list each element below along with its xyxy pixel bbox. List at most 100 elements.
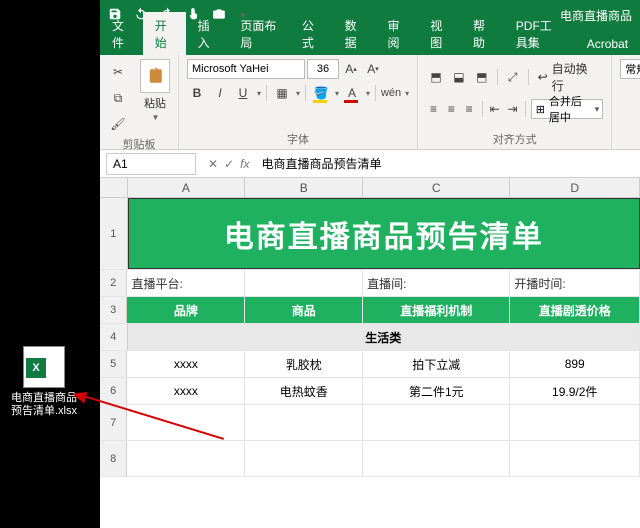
- align-left-icon[interactable]: ≡: [426, 99, 441, 119]
- cell[interactable]: 电热蚊香: [245, 378, 363, 404]
- cell[interactable]: 19.9/2件: [510, 378, 640, 404]
- table-row: 4 生活类: [100, 324, 640, 351]
- desktop-file-icon[interactable]: X 电商直播商品预告清单.xlsx: [10, 346, 78, 418]
- cell[interactable]: 拍下立减: [363, 351, 510, 377]
- tab-acrobat[interactable]: Acrobat: [575, 32, 640, 55]
- border-button[interactable]: ▦: [272, 83, 292, 103]
- cell[interactable]: 开播时间:: [510, 270, 640, 296]
- alignment-group-label: 对齐方式: [426, 131, 603, 147]
- tab-help[interactable]: 帮助: [461, 12, 504, 55]
- chevron-down-icon[interactable]: ▾: [335, 89, 339, 98]
- merge-cells-dropdown[interactable]: ⊞ 合并后居中: [531, 99, 604, 119]
- row-header[interactable]: 3: [100, 297, 127, 323]
- tab-data[interactable]: 数据: [333, 12, 376, 55]
- column-header-D[interactable]: D: [510, 178, 640, 197]
- decrease-indent-icon[interactable]: ⇤: [487, 99, 502, 119]
- spreadsheet-grid: A B C D 1 电商直播商品预告清单 2 直播平台: 直播间: 开播时间: …: [100, 178, 640, 528]
- cell[interactable]: [510, 441, 640, 476]
- tab-layout[interactable]: 页面布局: [228, 12, 290, 55]
- row-header[interactable]: 6: [100, 378, 127, 404]
- format-painter-icon[interactable]: 🖌: [108, 114, 128, 134]
- row-header[interactable]: 1: [100, 198, 128, 269]
- cell[interactable]: xxxx: [127, 351, 245, 377]
- cell[interactable]: 899: [510, 351, 640, 377]
- cell[interactable]: [245, 405, 363, 440]
- increase-font-icon[interactable]: A▴: [341, 59, 361, 79]
- tab-insert[interactable]: 插入: [186, 12, 229, 55]
- table-row: 6 xxxx 电热蚊香 第二件1元 19.9/2件: [100, 378, 640, 405]
- chevron-down-icon[interactable]: ▾: [405, 89, 409, 98]
- column-header-C[interactable]: C: [363, 178, 510, 197]
- excel-window: ▼ 电商直播商品 文件 开始 插入 页面布局 公式 数据 审阅 视图 帮助 PD…: [100, 0, 640, 528]
- cell[interactable]: [363, 441, 510, 476]
- table-row: 7: [100, 405, 640, 441]
- align-bottom-icon[interactable]: ⬒: [472, 67, 492, 87]
- cell[interactable]: [245, 270, 363, 296]
- cell[interactable]: 直播平台:: [127, 270, 245, 296]
- separator: [375, 85, 376, 101]
- cell[interactable]: 乳胶枕: [245, 351, 363, 377]
- xlsx-file-icon: X: [23, 346, 65, 388]
- paste-button[interactable]: 粘贴 ▼: [140, 59, 170, 122]
- cell[interactable]: 品牌: [127, 297, 245, 323]
- cell[interactable]: [510, 405, 640, 440]
- italic-button[interactable]: I: [210, 83, 230, 103]
- orientation-icon[interactable]: ⤢: [503, 67, 523, 87]
- font-size-input[interactable]: [307, 59, 339, 79]
- copy-icon[interactable]: ⧉: [108, 88, 128, 108]
- cell[interactable]: 直播福利机制: [363, 297, 510, 323]
- tab-file[interactable]: 文件: [100, 12, 143, 55]
- enter-icon[interactable]: ✓: [224, 157, 234, 171]
- cut-icon[interactable]: ✂: [108, 62, 128, 82]
- underline-button[interactable]: U: [233, 83, 253, 103]
- align-right-icon[interactable]: ≡: [462, 99, 477, 119]
- fx-icon[interactable]: fx: [240, 157, 249, 171]
- cell[interactable]: 直播剧透价格: [510, 297, 640, 323]
- cell[interactable]: xxxx: [127, 378, 245, 404]
- tab-home[interactable]: 开始: [143, 12, 186, 55]
- row-header[interactable]: 5: [100, 351, 127, 377]
- cancel-icon[interactable]: ✕: [208, 157, 218, 171]
- separator: [482, 101, 483, 117]
- cell[interactable]: [127, 441, 245, 476]
- increase-indent-icon[interactable]: ⇥: [505, 99, 520, 119]
- tab-review[interactable]: 审阅: [375, 12, 418, 55]
- align-middle-icon[interactable]: ⬓: [449, 67, 469, 87]
- align-top-icon[interactable]: ⬒: [426, 67, 446, 87]
- category-cell[interactable]: 生活类: [128, 324, 640, 350]
- tab-view[interactable]: 视图: [418, 12, 461, 55]
- font-name-input[interactable]: [187, 59, 305, 79]
- tab-formulas[interactable]: 公式: [290, 12, 333, 55]
- chevron-down-icon[interactable]: ▼: [152, 113, 160, 122]
- formula-input[interactable]: [255, 153, 640, 175]
- banner-cell[interactable]: 电商直播商品预告清单: [128, 198, 640, 269]
- cell[interactable]: 第二件1元: [363, 378, 510, 404]
- cell[interactable]: [363, 405, 510, 440]
- column-header-A[interactable]: A: [128, 178, 246, 197]
- fill-color-button[interactable]: 🪣: [311, 83, 331, 103]
- bold-button[interactable]: B: [187, 83, 207, 103]
- cell[interactable]: [245, 441, 363, 476]
- cell[interactable]: 商品: [245, 297, 363, 323]
- row-header[interactable]: 8: [100, 441, 127, 476]
- decrease-font-icon[interactable]: A▾: [363, 59, 383, 79]
- column-header-B[interactable]: B: [245, 178, 363, 197]
- cell[interactable]: 直播间:: [363, 270, 510, 296]
- phonetic-button[interactable]: wén: [381, 83, 401, 103]
- row-header[interactable]: 4: [100, 324, 128, 350]
- number-format-dropdown[interactable]: 常规: [620, 59, 640, 79]
- select-all-corner[interactable]: [100, 178, 128, 197]
- table-row: 2 直播平台: 直播间: 开播时间:: [100, 270, 640, 297]
- column-headers: A B C D: [100, 178, 640, 198]
- wrap-text-button[interactable]: ↩ 自动换行: [534, 59, 604, 95]
- name-box[interactable]: [106, 153, 196, 175]
- chevron-down-icon[interactable]: ▾: [257, 89, 261, 98]
- chevron-down-icon[interactable]: ▾: [296, 89, 300, 98]
- tab-pdf[interactable]: PDF工具集: [504, 12, 575, 55]
- cell[interactable]: [127, 405, 245, 440]
- align-center-icon[interactable]: ≡: [444, 99, 459, 119]
- chevron-down-icon[interactable]: ▾: [366, 89, 370, 98]
- font-color-button[interactable]: A: [342, 83, 362, 103]
- row-header[interactable]: 7: [100, 405, 127, 440]
- row-header[interactable]: 2: [100, 270, 127, 296]
